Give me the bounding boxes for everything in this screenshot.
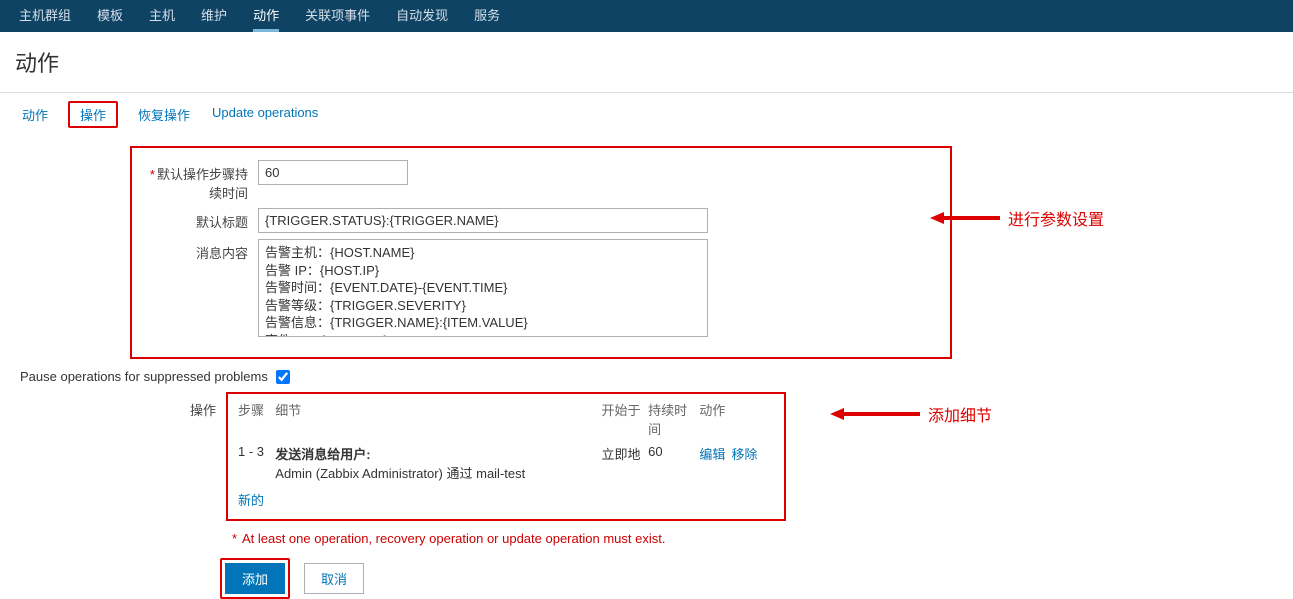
tab-operations[interactable]: 操作 xyxy=(68,101,118,128)
default-subject-label: 默认标题 xyxy=(138,208,258,231)
tab-action[interactable]: 动作 xyxy=(20,101,50,128)
default-step-duration-input[interactable] xyxy=(258,160,408,185)
annotation-details: 添加细节 xyxy=(830,402,992,426)
nav-discovery[interactable]: 自动发现 xyxy=(383,0,461,32)
table-row: 1 - 3 发送消息给用户: Admin (Zabbix Administrat… xyxy=(238,444,774,482)
add-button[interactable]: 添加 xyxy=(225,563,285,594)
arrow-left-icon xyxy=(830,406,920,422)
message-content-textarea[interactable]: 告警主机：{HOST.NAME} 告警 IP：{HOST.IP} 告警时间：{E… xyxy=(258,239,708,337)
default-step-duration-label: *默认操作步骤持续时间 xyxy=(138,160,258,202)
nav-actions[interactable]: 动作 xyxy=(240,0,292,32)
nav-correlation[interactable]: 关联项事件 xyxy=(292,0,383,32)
message-content-label: 消息内容 xyxy=(138,239,258,262)
op-start: 立即地 xyxy=(602,444,649,482)
operations-label: 操作 xyxy=(130,392,226,419)
nav-services[interactable]: 服务 xyxy=(461,0,513,32)
annotation-params: 进行参数设置 xyxy=(930,206,1104,230)
op-remove-link[interactable]: 移除 xyxy=(731,444,757,463)
cancel-button[interactable]: 取消 xyxy=(304,563,364,594)
op-detail: 发送消息给用户: Admin (Zabbix Administrator) 通过… xyxy=(275,444,601,482)
tab-update-operations[interactable]: Update operations xyxy=(210,101,320,128)
nav-maintenance[interactable]: 维护 xyxy=(188,0,240,32)
nav-templates[interactable]: 模板 xyxy=(84,0,136,32)
op-duration: 60 xyxy=(648,444,699,482)
nav-hosts[interactable]: 主机 xyxy=(136,0,188,32)
sub-tabs: 动作 操作 恢复操作 Update operations xyxy=(0,93,1293,132)
op-edit-link[interactable]: 编辑 xyxy=(699,444,725,463)
new-operation-link[interactable]: 新的 xyxy=(238,490,264,509)
operations-header: 步骤 细节 开始于 持续时间 动作 xyxy=(238,400,774,438)
nav-hostgroups[interactable]: 主机群组 xyxy=(6,0,84,32)
tab-recovery[interactable]: 恢复操作 xyxy=(136,101,192,128)
arrow-left-icon xyxy=(930,210,1000,226)
params-highlight-box: *默认操作步骤持续时间 默认标题 消息内容 告警主机：{HOST.NAME} 告… xyxy=(130,146,952,359)
default-subject-input[interactable] xyxy=(258,208,708,233)
pause-checkbox[interactable] xyxy=(276,370,290,384)
validation-note: * At least one operation, recovery opera… xyxy=(232,531,1293,546)
top-nav: 主机群组 模板 主机 维护 动作 关联项事件 自动发现 服务 xyxy=(0,0,1293,32)
op-steps: 1 - 3 xyxy=(238,444,275,482)
page-title: 动作 xyxy=(0,32,1293,86)
add-button-highlight: 添加 xyxy=(220,558,290,599)
pause-label: Pause operations for suppressed problems xyxy=(20,369,268,384)
